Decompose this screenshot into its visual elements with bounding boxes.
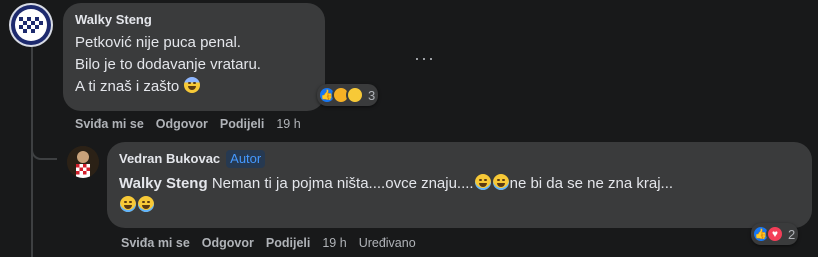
share-button[interactable]: Podijeli [266,236,310,250]
comment-actions: Sviđa mi se Odgovor Podijeli 19 h [75,117,301,131]
comment-bubble-walky: Walky Steng Petković nije puca penal. Bi… [63,3,325,111]
comment-bubble-vedran: Vedran Bukovac Autor Walky Steng Neman ti… [107,142,812,228]
mention-link[interactable]: Walky Steng [119,175,208,192]
comment-text: Walky Steng Neman ti ja pojma ništa....o… [119,173,800,217]
reaction-count: 2 [788,226,796,242]
like-button[interactable]: Sviđa mi se [121,236,190,250]
tears-of-joy-icon [120,196,136,212]
comment-text: Petković nije puca penal. Bilo je to dod… [75,32,313,98]
reply-button[interactable]: Odgovor [202,236,254,250]
like-button[interactable]: Sviđa mi se [75,117,144,131]
comment-actions: Sviđa mi se Odgovor Podijeli 19 h Uređiv… [121,236,416,250]
fearful-face-icon [184,77,201,93]
timestamp[interactable]: 19 h [276,117,300,131]
comment-text-part-1: Neman ti ja pojma ništa....ovce znaju...… [211,175,474,192]
club-crest-icon [11,5,51,45]
reply-button[interactable]: Odgovor [156,117,208,131]
share-button[interactable]: Podijeli [220,117,264,131]
comment-author[interactable]: Walky Steng [75,11,152,29]
love-reaction-icon: ♥ [766,225,784,243]
comment-line-3-text: A ti znaš i zašto [75,78,180,95]
comment-author[interactable]: Vedran Bukovac [119,150,220,168]
comment-text-part-2: ne bi da se ne zna kraj... [509,175,674,192]
author-badge: Autor [226,150,266,168]
reaction-summary[interactable]: 👍 3 [317,84,379,106]
tears-of-joy-icon [474,174,491,190]
reply-connector [31,144,57,160]
reaction-count: 3 [368,87,376,103]
reaction-summary[interactable]: 👍 ♥ 2 [751,223,799,245]
profile-photo-icon [67,146,99,178]
comment-line-3: A ti znaš i zašto [75,76,313,98]
comment-line-1: Petković nije puca penal. [75,34,241,51]
tears-of-joy-icon [138,196,154,212]
timestamp[interactable]: 19 h [322,236,346,250]
edited-label[interactable]: Uređivano [359,236,416,250]
ellipsis-icon[interactable]: ··· [414,48,435,69]
avatar-vedran-bukovac[interactable] [67,146,99,178]
haha-reaction-icon [346,86,364,104]
tears-of-joy-icon [492,174,509,190]
avatar-walky-steng[interactable] [9,3,53,47]
comment-line-2: Bilo je to dodavanje vrataru. [75,56,261,73]
